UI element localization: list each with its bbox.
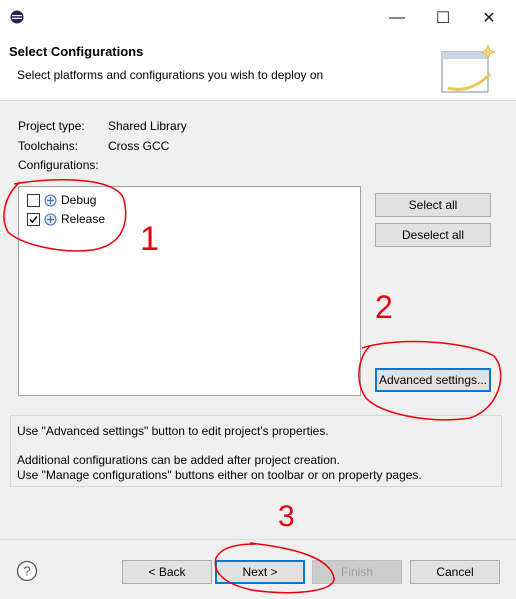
divider xyxy=(0,539,516,540)
minimize-button[interactable]: — xyxy=(374,0,420,36)
svg-text:?: ? xyxy=(23,564,30,579)
page-subtitle: Select platforms and configurations you … xyxy=(17,68,324,82)
configurations-label: Configurations: xyxy=(18,158,99,172)
release-checkbox[interactable] xyxy=(27,212,40,226)
info-text-line: Use "Advanced settings" button to edit p… xyxy=(17,424,329,438)
close-button[interactable]: ✕ xyxy=(466,0,512,36)
wizard-window-icon xyxy=(441,44,496,93)
annotation-mark-2: 2 xyxy=(375,289,393,325)
page-title: Select Configurations xyxy=(9,44,144,59)
maximize-button[interactable]: ☐ xyxy=(420,0,466,36)
list-item[interactable]: Debug xyxy=(27,191,96,209)
info-text-line: Use "Manage configurations" buttons eith… xyxy=(17,468,422,482)
deselect-all-button[interactable]: Deselect all xyxy=(375,223,491,247)
debug-checkbox[interactable] xyxy=(27,193,40,207)
configuration-icon xyxy=(44,194,57,206)
eclipse-icon xyxy=(10,10,24,24)
back-button[interactable]: < Back xyxy=(122,560,212,584)
cancel-button[interactable]: Cancel xyxy=(410,560,500,584)
next-button[interactable]: Next > xyxy=(215,560,305,584)
toolchains-label: Toolchains: xyxy=(18,139,79,153)
release-label: Release xyxy=(61,212,106,226)
advanced-settings-button[interactable]: Advanced settings... xyxy=(375,368,491,392)
list-item[interactable]: Release xyxy=(27,210,105,228)
help-icon[interactable]: ? xyxy=(16,560,38,582)
debug-label: Debug xyxy=(61,193,97,207)
toolchains-value: Cross GCC xyxy=(108,139,170,153)
finish-button: Finish xyxy=(312,560,402,584)
select-all-button[interactable]: Select all xyxy=(375,193,491,217)
project-type-value: Shared Library xyxy=(108,119,187,133)
project-type-label: Project type: xyxy=(18,119,85,133)
configuration-icon xyxy=(44,213,57,225)
configurations-list[interactable]: Debug Release xyxy=(18,186,361,396)
info-text-line: Additional configurations can be added a… xyxy=(17,453,340,467)
annotation-mark-3: 3 xyxy=(278,500,295,533)
checkmark-icon xyxy=(29,215,38,223)
